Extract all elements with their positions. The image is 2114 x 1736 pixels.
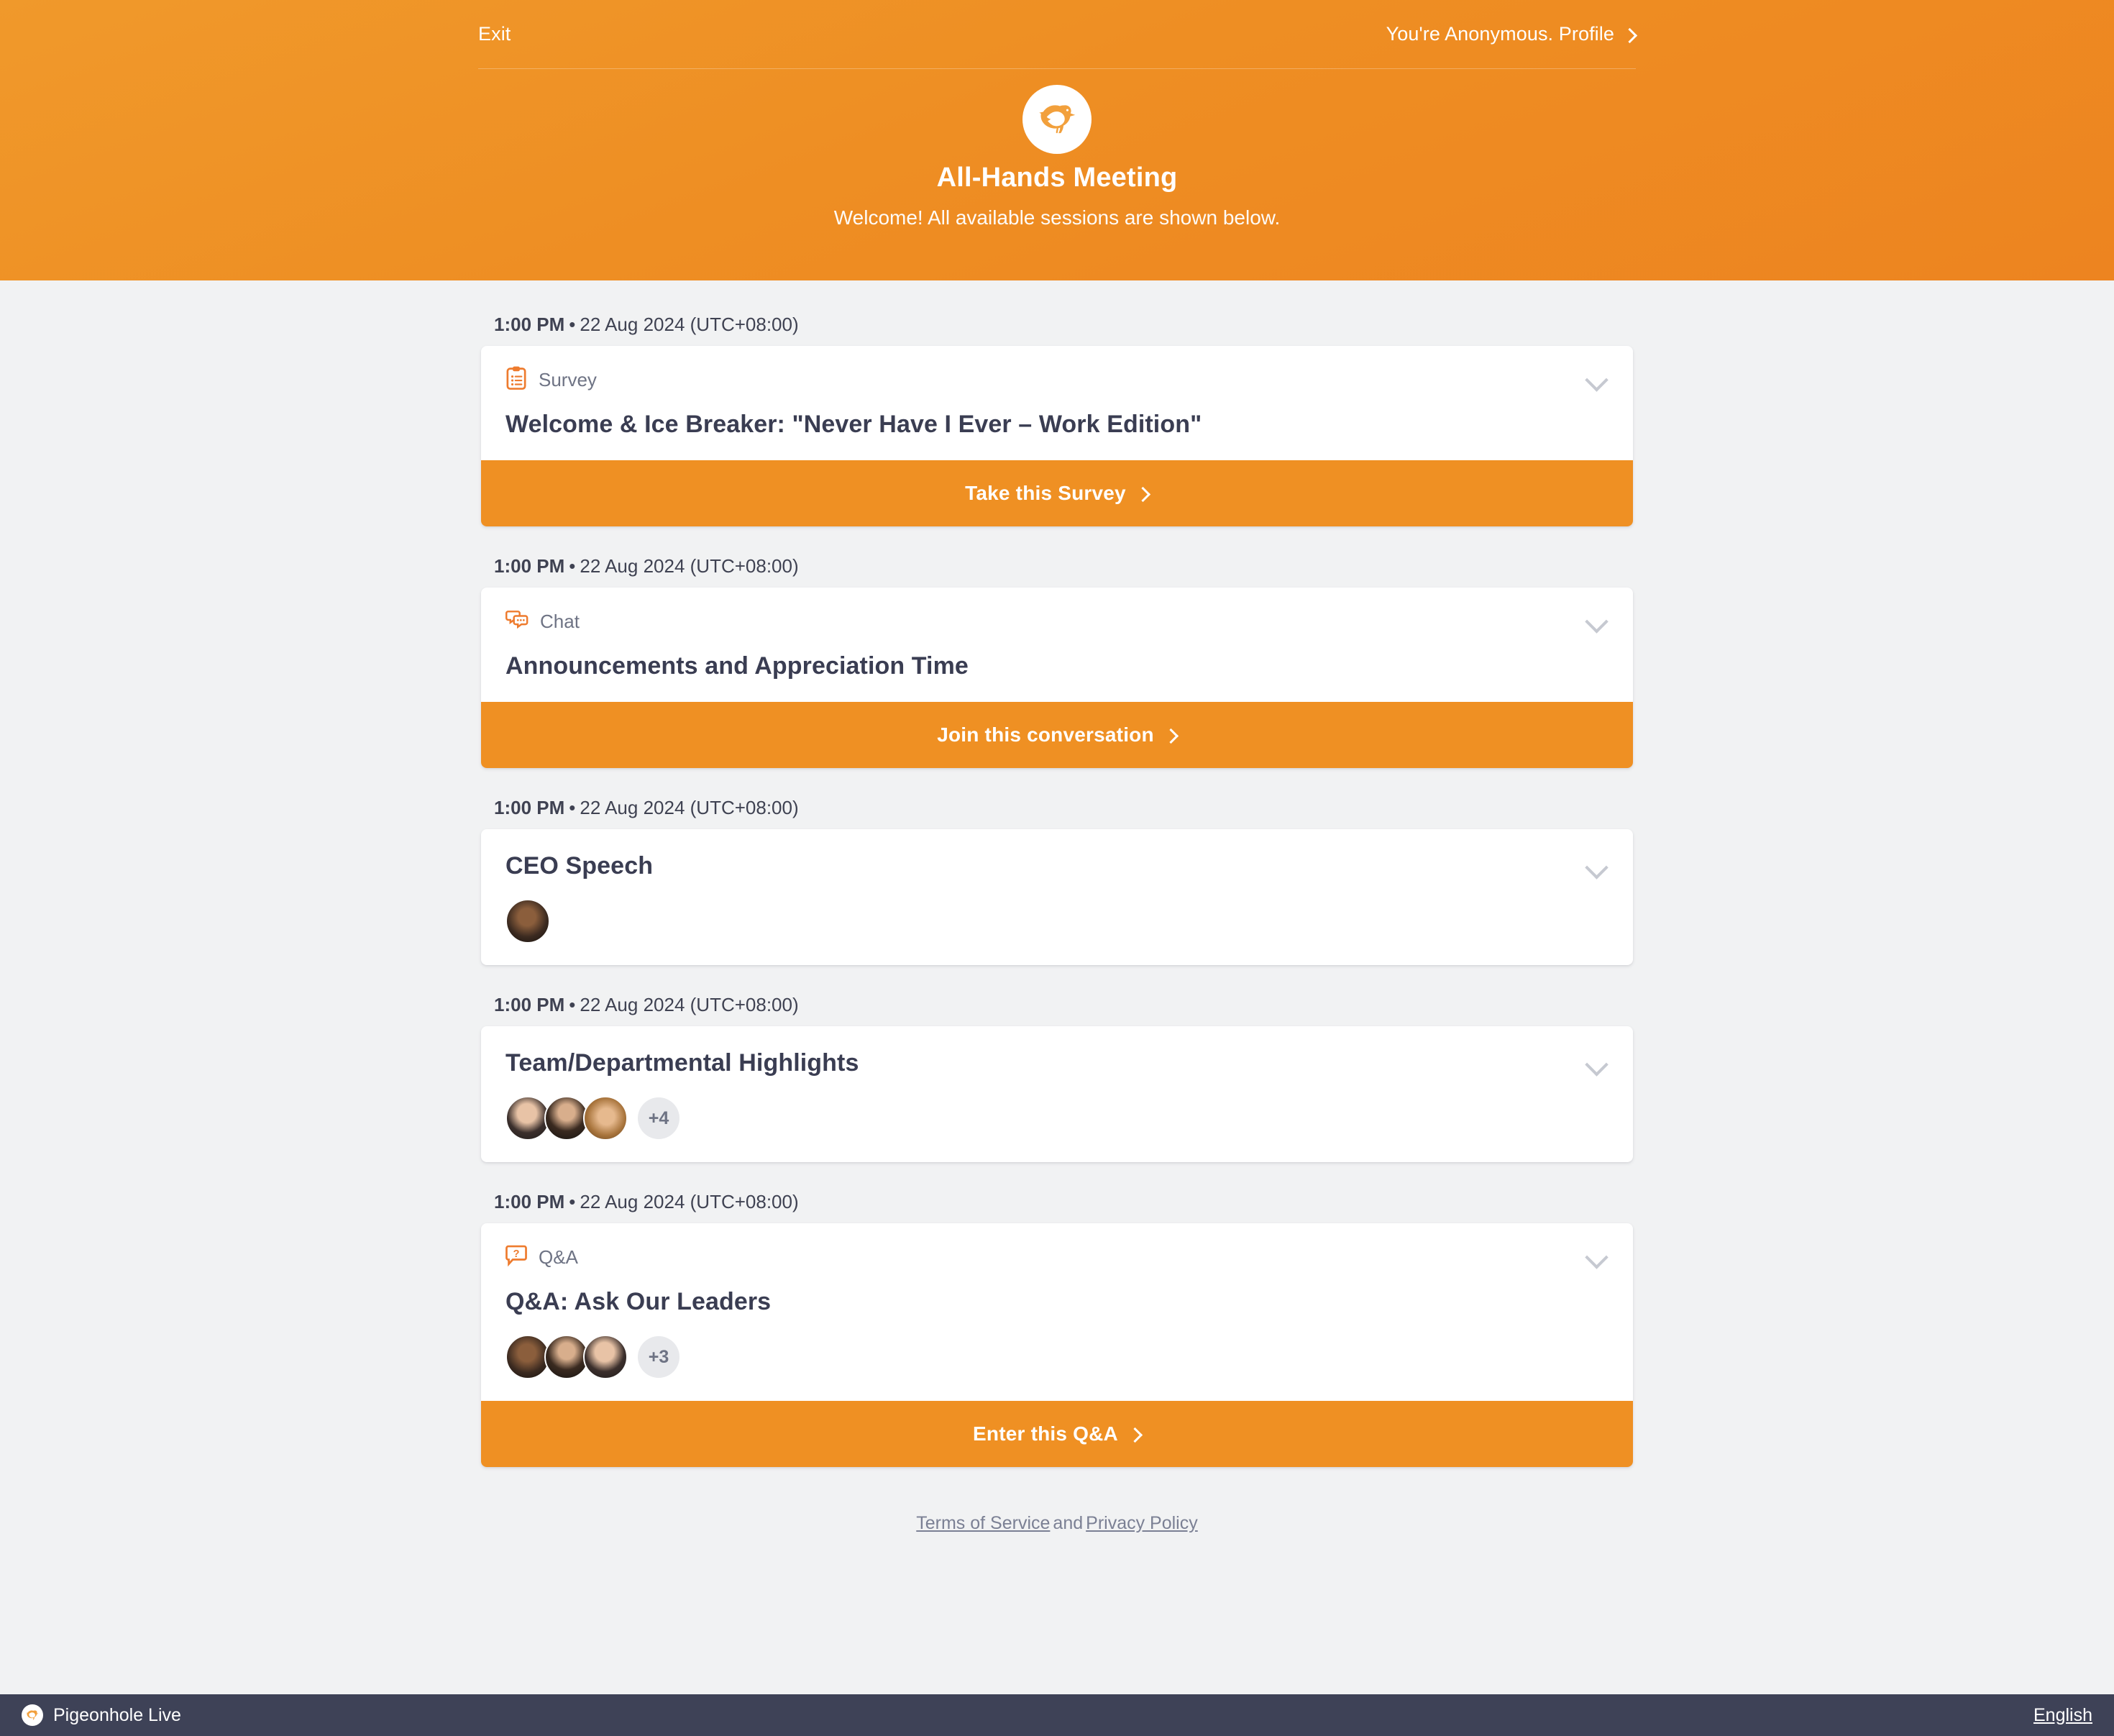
event-branding: All-Hands Meeting Welcome! All available… — [0, 69, 2114, 229]
session-timestamp: 1:00 PM • 22 Aug 2024 (UTC+08:00) — [494, 1191, 799, 1212]
session-item: 1:00 PM • 22 Aug 2024 (UTC+08:00) — [478, 538, 1636, 768]
session-time-value: 1:00 PM — [494, 994, 565, 1015]
session-time-value: 1:00 PM — [494, 797, 565, 818]
question-bubble-icon: ? — [505, 1244, 527, 1271]
session-card[interactable]: CEO Speech — [481, 829, 1633, 965]
session-time-value: 1:00 PM — [494, 555, 565, 577]
speaker-avatar-list: +3 — [505, 1335, 1609, 1379]
session-title: CEO Speech — [505, 852, 654, 880]
session-time-value: 1:00 PM — [494, 314, 565, 335]
session-type-row: Chat — [505, 606, 1609, 636]
avatar[interactable] — [505, 1096, 550, 1141]
session-timestamp: 1:00 PM • 22 Aug 2024 (UTC+08:00) — [494, 314, 799, 335]
event-header: Exit You're Anonymous. Profile All-Hands… — [0, 0, 2114, 280]
enter-qa-button[interactable]: Enter this Q&A — [481, 1401, 1633, 1467]
session-title: Team/Departmental Highlights — [505, 1049, 859, 1077]
session-card-body: Team/Departmental Highlights +4 — [481, 1026, 1633, 1162]
session-card[interactable]: Team/Departmental Highlights +4 — [481, 1026, 1633, 1162]
session-type-label: Survey — [539, 368, 597, 390]
session-item: 1:00 PM • 22 Aug 2024 (UTC+08:00) Team/Dep… — [478, 977, 1636, 1162]
avatar[interactable] — [583, 1096, 628, 1141]
session-type-label: Q&A — [539, 1246, 578, 1268]
bottom-bar: Pigeonhole Live English — [0, 1694, 2114, 1736]
avatar[interactable] — [505, 1335, 550, 1379]
top-navigation-bar: Exit You're Anonymous. Profile — [478, 0, 1636, 69]
session-card-body: CEO Speech — [481, 829, 1633, 965]
take-survey-label: Take this Survey — [965, 482, 1126, 504]
session-card[interactable]: Chat Announcements and Appreciation Time… — [481, 588, 1633, 768]
session-list: 1:00 PM • 22 Aug 2024 (UTC+08:00) Survey… — [478, 280, 1636, 1534]
session-date-value: 22 Aug 2024 (UTC+08:00) — [580, 1191, 799, 1212]
chat-bubbles-icon — [505, 609, 528, 634]
take-survey-button[interactable]: Take this Survey — [481, 460, 1633, 526]
svg-text:?: ? — [513, 1248, 519, 1259]
chevron-right-icon — [1128, 1427, 1141, 1440]
avatar[interactable] — [505, 899, 550, 944]
avatar[interactable] — [544, 1335, 589, 1379]
chevron-down-icon[interactable] — [1586, 609, 1607, 631]
session-date-value: 22 Aug 2024 (UTC+08:00) — [580, 555, 799, 577]
session-timestamp: 1:00 PM • 22 Aug 2024 (UTC+08:00) — [494, 994, 799, 1015]
session-timestamp: 1:00 PM • 22 Aug 2024 (UTC+08:00) — [494, 555, 799, 577]
chevron-down-icon[interactable] — [1586, 1052, 1607, 1074]
pigeon-logo-icon — [22, 1704, 43, 1726]
pigeonhole-brand[interactable]: Pigeonhole Live — [22, 1704, 181, 1726]
chevron-right-icon — [1623, 28, 1636, 41]
chevron-down-icon[interactable] — [1586, 855, 1607, 877]
chevron-right-icon — [1136, 487, 1149, 500]
session-date-value: 22 Aug 2024 (UTC+08:00) — [580, 797, 799, 818]
session-timestamp: 1:00 PM • 22 Aug 2024 (UTC+08:00) — [494, 797, 799, 818]
enter-qa-label: Enter this Q&A — [973, 1422, 1118, 1445]
session-item: 1:00 PM • 22 Aug 2024 (UTC+08:00) — [478, 296, 1636, 526]
session-date-value: 22 Aug 2024 (UTC+08:00) — [580, 994, 799, 1015]
session-title: Q&A: Ask Our Leaders — [505, 1288, 772, 1315]
terms-of-service-link[interactable]: Terms of Service — [916, 1513, 1050, 1533]
session-item: 1:00 PM • 22 Aug 2024 (UTC+08:00) CEO Spee… — [478, 780, 1636, 965]
speaker-avatar-list: +4 — [505, 1096, 1609, 1141]
session-title: Announcements and Appreciation Time — [505, 652, 969, 680]
chevron-down-icon[interactable] — [1586, 367, 1607, 389]
session-type-label: Chat — [540, 610, 580, 632]
clipboard-survey-icon — [505, 366, 527, 394]
speaker-avatar-list — [505, 899, 1609, 944]
page-title: All-Hands Meeting — [936, 163, 1178, 193]
session-card-body: Survey Welcome & Ice Breaker: "Never Hav… — [481, 346, 1633, 460]
language-selector[interactable]: English — [2033, 1705, 2092, 1726]
session-card[interactable]: Survey Welcome & Ice Breaker: "Never Hav… — [481, 346, 1633, 526]
join-conversation-label: Join this conversation — [937, 723, 1154, 746]
exit-label: Exit — [478, 23, 511, 45]
chevron-down-icon[interactable] — [1586, 1245, 1607, 1266]
session-card-body: Chat Announcements and Appreciation Time — [481, 588, 1633, 702]
session-card[interactable]: ? Q&A Q&A: Ask Our Leaders +3 Enter this… — [481, 1223, 1633, 1467]
session-time-value: 1:00 PM — [494, 1191, 565, 1212]
profile-label: You're Anonymous. Profile — [1386, 23, 1614, 45]
session-date-value: 22 Aug 2024 (UTC+08:00) — [580, 314, 799, 335]
avatar[interactable] — [544, 1096, 589, 1141]
join-conversation-button[interactable]: Join this conversation — [481, 702, 1633, 768]
legal-conjunction: and — [1053, 1513, 1084, 1533]
page-subtitle: Welcome! All available sessions are show… — [833, 206, 1281, 229]
privacy-policy-link[interactable]: Privacy Policy — [1086, 1513, 1198, 1533]
avatar-overflow-badge[interactable]: +3 — [638, 1336, 680, 1378]
chevron-right-icon — [1164, 728, 1177, 741]
session-item: 1:00 PM•22 Aug 2024 (UTC+08:00) ? Q&A — [478, 1174, 1636, 1467]
pigeonhole-brand-label: Pigeonhole Live — [53, 1704, 181, 1725]
exit-button[interactable]: Exit — [478, 23, 511, 45]
session-title: Welcome & Ice Breaker: "Never Have I Eve… — [505, 411, 1202, 438]
pigeon-logo-icon — [1022, 85, 1092, 154]
profile-button[interactable]: You're Anonymous. Profile — [1386, 23, 1636, 45]
avatar[interactable] — [583, 1335, 628, 1379]
session-type-row: Survey — [505, 365, 1609, 395]
session-type-row: ? Q&A — [505, 1242, 1609, 1272]
avatar-overflow-badge[interactable]: +4 — [638, 1097, 680, 1139]
session-list-page: Exit You're Anonymous. Profile All-Hands… — [0, 0, 2114, 1736]
session-card-body: ? Q&A Q&A: Ask Our Leaders +3 — [481, 1223, 1633, 1401]
legal-links: Terms of Service and Privacy Policy — [478, 1479, 1636, 1534]
